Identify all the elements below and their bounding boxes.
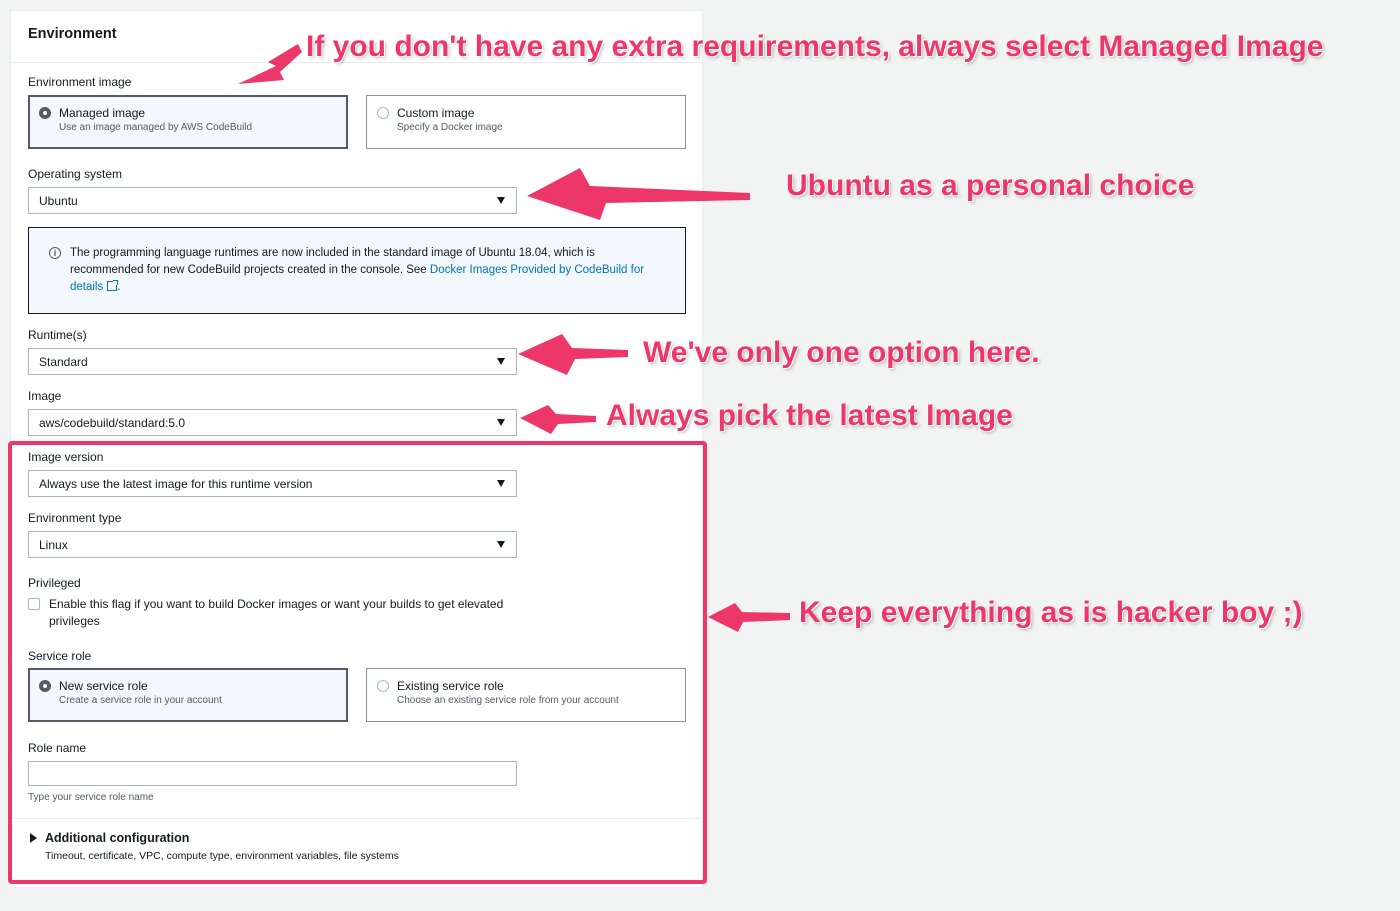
annotation-managed-image: If you don't have any extra requirements… (306, 30, 1324, 63)
managed-image-title: Managed image (59, 106, 146, 120)
info-alert: i The programming language runtimes are … (28, 227, 686, 314)
runtimes-label: Runtime(s) (28, 328, 87, 342)
dropdown-caret-icon (497, 419, 505, 426)
managed-image-description: Use an image managed by AWS CodeBuild (59, 122, 253, 133)
annotation-runtime: We've only one option here. (643, 336, 1040, 369)
dropdown-caret-icon (497, 358, 505, 365)
panel-title: Environment (28, 26, 117, 42)
operating-system-label: Operating system (28, 167, 123, 181)
annotation-keep: Keep everything as is hacker boy ;) (799, 596, 1303, 629)
image-value: aws/codebuild/standard:5.0 (39, 416, 186, 430)
external-link-icon (107, 280, 119, 291)
custom-image-option[interactable]: Custom image Specify a Docker image (366, 95, 686, 149)
info-icon: i (49, 247, 61, 259)
arrow-keep-icon (708, 603, 790, 632)
info-alert-text: The programming language runtimes are no… (70, 245, 670, 296)
custom-image-title: Custom image (397, 106, 475, 120)
operating-system-select[interactable]: Ubuntu (28, 187, 517, 214)
annotation-ubuntu: Ubuntu as a personal choice (786, 169, 1195, 202)
docker-images-link[interactable]: Docker Images Provided by CodeBuild (430, 264, 628, 276)
managed-image-option[interactable]: Managed image Use an image managed by AW… (28, 95, 348, 149)
highlight-box (8, 441, 707, 884)
dropdown-caret-icon (497, 197, 505, 204)
annotation-image: Always pick the latest Image (606, 399, 1013, 432)
runtimes-value: Standard (39, 355, 88, 369)
operating-system-value: Ubuntu (39, 194, 78, 208)
image-select[interactable]: aws/codebuild/standard:5.0 (28, 409, 517, 436)
image-label: Image (28, 389, 62, 403)
custom-image-description: Specify a Docker image (397, 122, 503, 133)
radio-unselected-icon[interactable] (377, 107, 389, 119)
environment-image-label: Environment image (28, 75, 132, 89)
radio-selected-icon[interactable] (39, 107, 51, 119)
runtimes-select[interactable]: Standard (28, 348, 517, 375)
